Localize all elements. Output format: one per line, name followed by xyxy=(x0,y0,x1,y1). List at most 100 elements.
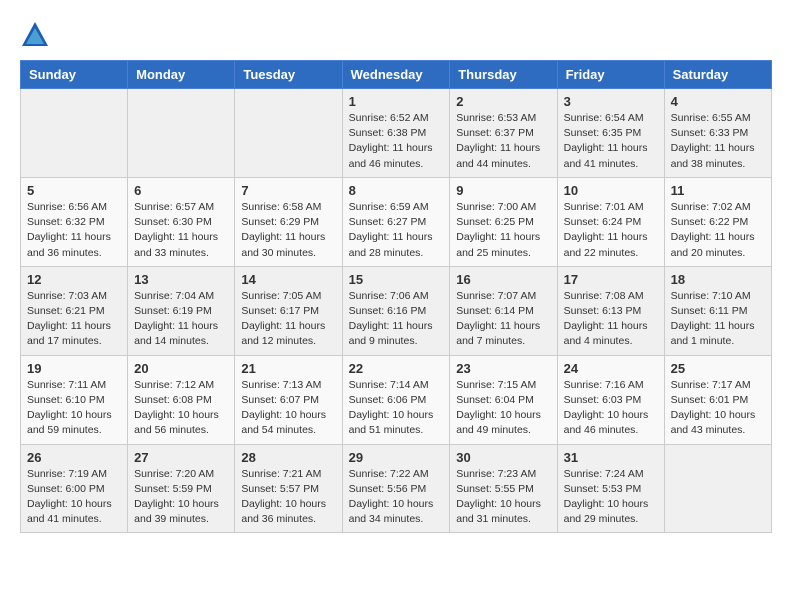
calendar-day-cell xyxy=(664,444,771,533)
weekday-header: Sunday xyxy=(21,61,128,89)
day-info: Sunrise: 7:17 AM Sunset: 6:01 PM Dayligh… xyxy=(671,378,765,439)
day-number: 24 xyxy=(564,361,658,376)
day-info: Sunrise: 7:06 AM Sunset: 6:16 PM Dayligh… xyxy=(349,289,444,350)
calendar-day-cell: 8 Sunrise: 6:59 AM Sunset: 6:27 PM Daylig… xyxy=(342,177,450,266)
weekday-header: Monday xyxy=(128,61,235,89)
calendar-week-row: 5 Sunrise: 6:56 AM Sunset: 6:32 PM Daylig… xyxy=(21,177,772,266)
calendar-week-row: 26 Sunrise: 7:19 AM Sunset: 6:00 PM Dayli… xyxy=(21,444,772,533)
calendar-day-cell xyxy=(235,89,342,178)
day-number: 26 xyxy=(27,450,121,465)
calendar-day-cell: 12 Sunrise: 7:03 AM Sunset: 6:21 PM Dayli… xyxy=(21,266,128,355)
calendar-table: SundayMondayTuesdayWednesdayThursdayFrid… xyxy=(20,60,772,533)
day-number: 30 xyxy=(456,450,550,465)
day-info: Sunrise: 7:20 AM Sunset: 5:59 PM Dayligh… xyxy=(134,467,228,528)
page-header xyxy=(20,20,772,50)
calendar-day-cell: 9 Sunrise: 7:00 AM Sunset: 6:25 PM Daylig… xyxy=(450,177,557,266)
calendar-day-cell: 27 Sunrise: 7:20 AM Sunset: 5:59 PM Dayli… xyxy=(128,444,235,533)
calendar-day-cell: 24 Sunrise: 7:16 AM Sunset: 6:03 PM Dayli… xyxy=(557,355,664,444)
calendar-day-cell: 31 Sunrise: 7:24 AM Sunset: 5:53 PM Dayli… xyxy=(557,444,664,533)
calendar-day-cell: 18 Sunrise: 7:10 AM Sunset: 6:11 PM Dayli… xyxy=(664,266,771,355)
calendar-day-cell: 17 Sunrise: 7:08 AM Sunset: 6:13 PM Dayli… xyxy=(557,266,664,355)
weekday-header: Thursday xyxy=(450,61,557,89)
calendar-day-cell xyxy=(128,89,235,178)
day-number: 4 xyxy=(671,94,765,109)
day-info: Sunrise: 6:56 AM Sunset: 6:32 PM Dayligh… xyxy=(27,200,121,261)
day-info: Sunrise: 7:21 AM Sunset: 5:57 PM Dayligh… xyxy=(241,467,335,528)
day-info: Sunrise: 7:07 AM Sunset: 6:14 PM Dayligh… xyxy=(456,289,550,350)
calendar-day-cell: 30 Sunrise: 7:23 AM Sunset: 5:55 PM Dayli… xyxy=(450,444,557,533)
day-info: Sunrise: 7:08 AM Sunset: 6:13 PM Dayligh… xyxy=(564,289,658,350)
day-number: 8 xyxy=(349,183,444,198)
calendar-day-cell: 4 Sunrise: 6:55 AM Sunset: 6:33 PM Daylig… xyxy=(664,89,771,178)
calendar-day-cell: 3 Sunrise: 6:54 AM Sunset: 6:35 PM Daylig… xyxy=(557,89,664,178)
day-info: Sunrise: 7:04 AM Sunset: 6:19 PM Dayligh… xyxy=(134,289,228,350)
day-info: Sunrise: 7:03 AM Sunset: 6:21 PM Dayligh… xyxy=(27,289,121,350)
day-number: 5 xyxy=(27,183,121,198)
weekday-header: Saturday xyxy=(664,61,771,89)
day-info: Sunrise: 6:54 AM Sunset: 6:35 PM Dayligh… xyxy=(564,111,658,172)
calendar-day-cell: 16 Sunrise: 7:07 AM Sunset: 6:14 PM Dayli… xyxy=(450,266,557,355)
day-number: 25 xyxy=(671,361,765,376)
day-info: Sunrise: 7:24 AM Sunset: 5:53 PM Dayligh… xyxy=(564,467,658,528)
calendar-day-cell: 28Sunrise: 7:21 AM Sunset: 5:57 PM Dayli… xyxy=(235,444,342,533)
calendar-day-cell: 15 Sunrise: 7:06 AM Sunset: 6:16 PM Dayli… xyxy=(342,266,450,355)
day-number: 10 xyxy=(564,183,658,198)
day-info: Sunrise: 7:13 AM Sunset: 6:07 PM Dayligh… xyxy=(241,378,335,439)
day-number: 23 xyxy=(456,361,550,376)
day-number: 20 xyxy=(134,361,228,376)
day-number: 16 xyxy=(456,272,550,287)
calendar-day-cell: 21Sunrise: 7:13 AM Sunset: 6:07 PM Dayli… xyxy=(235,355,342,444)
day-number: 6 xyxy=(134,183,228,198)
calendar-day-cell: 1 Sunrise: 6:52 AM Sunset: 6:38 PM Daylig… xyxy=(342,89,450,178)
weekday-header: Wednesday xyxy=(342,61,450,89)
calendar-day-cell: 5 Sunrise: 6:56 AM Sunset: 6:32 PM Daylig… xyxy=(21,177,128,266)
logo-icon xyxy=(20,20,50,50)
day-info: Sunrise: 7:19 AM Sunset: 6:00 PM Dayligh… xyxy=(27,467,121,528)
day-number: 12 xyxy=(27,272,121,287)
day-number: 3 xyxy=(564,94,658,109)
calendar-week-row: 19 Sunrise: 7:11 AM Sunset: 6:10 PM Dayli… xyxy=(21,355,772,444)
calendar-day-cell: 2 Sunrise: 6:53 AM Sunset: 6:37 PM Daylig… xyxy=(450,89,557,178)
day-number: 1 xyxy=(349,94,444,109)
logo xyxy=(20,20,54,50)
calendar-week-row: 1 Sunrise: 6:52 AM Sunset: 6:38 PM Daylig… xyxy=(21,89,772,178)
day-number: 17 xyxy=(564,272,658,287)
day-info: Sunrise: 7:14 AM Sunset: 6:06 PM Dayligh… xyxy=(349,378,444,439)
day-number: 7 xyxy=(241,183,335,198)
day-info: Sunrise: 6:55 AM Sunset: 6:33 PM Dayligh… xyxy=(671,111,765,172)
calendar-day-cell xyxy=(21,89,128,178)
weekday-header: Friday xyxy=(557,61,664,89)
day-info: Sunrise: 6:53 AM Sunset: 6:37 PM Dayligh… xyxy=(456,111,550,172)
day-number: 9 xyxy=(456,183,550,198)
day-number: 18 xyxy=(671,272,765,287)
calendar-week-row: 12 Sunrise: 7:03 AM Sunset: 6:21 PM Dayli… xyxy=(21,266,772,355)
day-info: Sunrise: 7:16 AM Sunset: 6:03 PM Dayligh… xyxy=(564,378,658,439)
day-number: 19 xyxy=(27,361,121,376)
day-info: Sunrise: 7:11 AM Sunset: 6:10 PM Dayligh… xyxy=(27,378,121,439)
day-number: 15 xyxy=(349,272,444,287)
day-info: Sunrise: 6:59 AM Sunset: 6:27 PM Dayligh… xyxy=(349,200,444,261)
day-info: Sunrise: 6:57 AM Sunset: 6:30 PM Dayligh… xyxy=(134,200,228,261)
day-number: 2 xyxy=(456,94,550,109)
day-number: 31 xyxy=(564,450,658,465)
day-info: Sunrise: 7:23 AM Sunset: 5:55 PM Dayligh… xyxy=(456,467,550,528)
day-number: 22 xyxy=(349,361,444,376)
calendar-day-cell: 29 Sunrise: 7:22 AM Sunset: 5:56 PM Dayli… xyxy=(342,444,450,533)
calendar-day-cell: 6 Sunrise: 6:57 AM Sunset: 6:30 PM Daylig… xyxy=(128,177,235,266)
day-number: 29 xyxy=(349,450,444,465)
day-info: Sunrise: 7:22 AM Sunset: 5:56 PM Dayligh… xyxy=(349,467,444,528)
day-info: Sunrise: 7:01 AM Sunset: 6:24 PM Dayligh… xyxy=(564,200,658,261)
day-info: Sunrise: 6:58 AM Sunset: 6:29 PM Dayligh… xyxy=(241,200,335,261)
calendar-day-cell: 14Sunrise: 7:05 AM Sunset: 6:17 PM Dayli… xyxy=(235,266,342,355)
calendar-day-cell: 11Sunrise: 7:02 AM Sunset: 6:22 PM Dayli… xyxy=(664,177,771,266)
day-info: Sunrise: 7:10 AM Sunset: 6:11 PM Dayligh… xyxy=(671,289,765,350)
day-number: 27 xyxy=(134,450,228,465)
calendar-day-cell: 26 Sunrise: 7:19 AM Sunset: 6:00 PM Dayli… xyxy=(21,444,128,533)
calendar-day-cell: 20 Sunrise: 7:12 AM Sunset: 6:08 PM Dayli… xyxy=(128,355,235,444)
day-info: Sunrise: 7:12 AM Sunset: 6:08 PM Dayligh… xyxy=(134,378,228,439)
day-info: Sunrise: 7:00 AM Sunset: 6:25 PM Dayligh… xyxy=(456,200,550,261)
day-number: 13 xyxy=(134,272,228,287)
day-info: Sunrise: 6:52 AM Sunset: 6:38 PM Dayligh… xyxy=(349,111,444,172)
calendar-day-cell: 25 Sunrise: 7:17 AM Sunset: 6:01 PM Dayli… xyxy=(664,355,771,444)
calendar-day-cell: 10 Sunrise: 7:01 AM Sunset: 6:24 PM Dayli… xyxy=(557,177,664,266)
